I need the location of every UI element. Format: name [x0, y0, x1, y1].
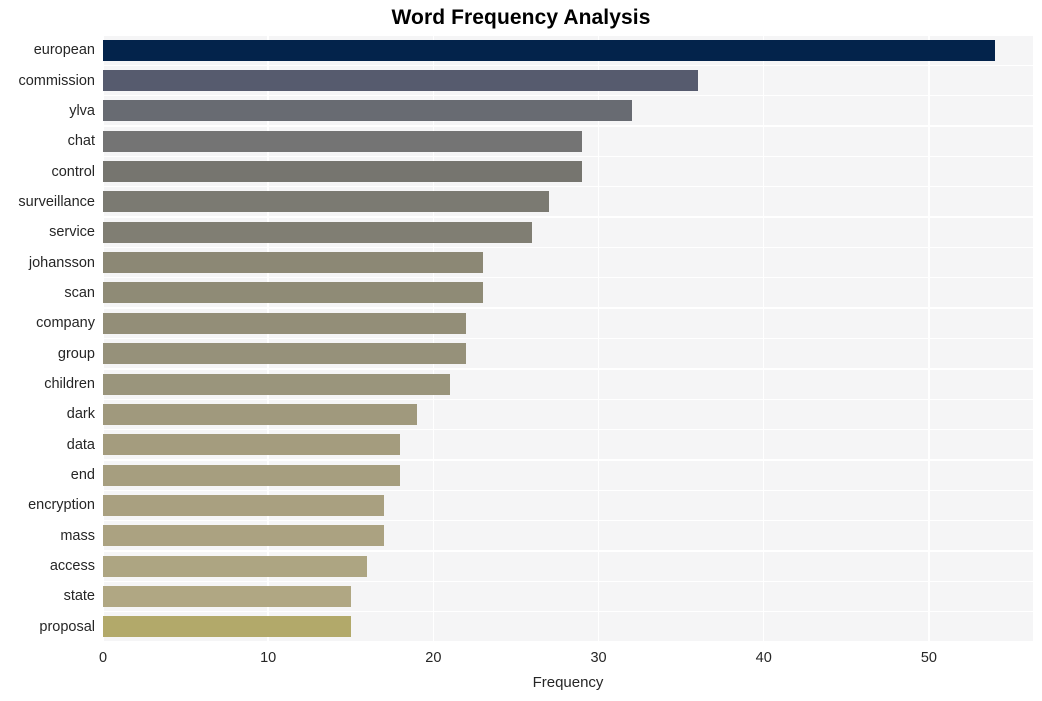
y-tick-label-data: data — [66, 436, 95, 453]
x-tick-label-10: 10 — [260, 650, 277, 666]
bar-dark — [103, 403, 417, 425]
gridline-horizontal — [103, 307, 1033, 309]
y-tick-label-dark: dark — [66, 406, 95, 423]
bar-data — [103, 434, 401, 456]
gridline-horizontal — [103, 35, 1033, 36]
gridline-horizontal — [103, 550, 1033, 552]
bar-group — [103, 343, 467, 365]
bar-ylva — [103, 100, 632, 122]
y-axis-labels: european commission ylva chat control surveil… — [0, 35, 95, 642]
y-tick-label-access: access — [49, 558, 95, 575]
bar-encryption — [103, 494, 384, 516]
y-tick-label-company: company — [36, 315, 95, 332]
page-title: Word Frequency Analysis — [391, 6, 651, 29]
gridline-horizontal — [103, 428, 1033, 431]
gridline-horizontal — [103, 186, 1033, 188]
bar-control — [103, 161, 583, 183]
gridline-horizontal — [103, 277, 1033, 279]
plot-area — [103, 35, 1033, 642]
gridline-horizontal — [103, 519, 1033, 522]
bar-european — [103, 39, 995, 61]
bar-surveillance — [103, 191, 549, 213]
gridline-horizontal — [103, 337, 1033, 340]
bar-proposal — [103, 616, 351, 638]
y-tick-label-johansson: johansson — [28, 254, 95, 271]
gridline-horizontal — [103, 610, 1033, 613]
x-axis-ticks: 0 10 20 30 40 50 — [99, 642, 1033, 672]
y-tick-label-control: control — [51, 163, 95, 180]
bar-service — [103, 221, 533, 243]
y-tick-label-chat: chat — [67, 133, 95, 150]
x-tick-label-30: 30 — [590, 650, 607, 666]
x-tick-label-0: 0 — [98, 650, 108, 666]
bar-scan — [103, 282, 483, 304]
y-tick-label-proposal: proposal — [39, 618, 95, 635]
y-tick-label-children: children — [44, 376, 95, 393]
y-tick-label-commission: commission — [18, 72, 95, 89]
x-tick-label-50: 50 — [920, 650, 937, 666]
bar-state — [103, 585, 351, 607]
bar-company — [103, 312, 467, 334]
bar-mass — [103, 525, 384, 547]
gridline-horizontal — [103, 246, 1033, 249]
x-tick-label-40: 40 — [755, 650, 772, 666]
gridline-horizontal — [103, 64, 1033, 67]
x-axis-title: Frequency — [532, 674, 604, 691]
bar-chat — [103, 130, 583, 152]
y-tick-label-surveillance: surveillance — [18, 193, 95, 210]
gridline-horizontal — [103, 216, 1033, 218]
y-tick-label-state: state — [63, 588, 95, 605]
bar-commission — [103, 70, 698, 92]
y-tick-label-end: end — [70, 467, 95, 484]
bar-access — [103, 555, 368, 577]
gridline-horizontal — [103, 489, 1033, 491]
gridline-horizontal — [103, 155, 1033, 158]
bar-end — [103, 464, 401, 486]
y-tick-label-group: group — [57, 345, 95, 362]
y-tick-label-service: service — [49, 224, 95, 241]
bar-children — [103, 373, 450, 395]
gridline-horizontal — [103, 125, 1033, 127]
y-tick-label-ylva: ylva — [69, 102, 95, 119]
gridline-horizontal — [103, 580, 1033, 582]
y-tick-label-european: european — [33, 42, 95, 59]
gridline-horizontal — [103, 368, 1033, 370]
x-tick-label-20: 20 — [425, 650, 442, 666]
gridline-horizontal — [103, 459, 1033, 461]
gridline-horizontal — [103, 95, 1033, 97]
y-tick-label-encryption: encryption — [28, 497, 95, 514]
chart-figure: Word Frequency Analysis european commissi… — [0, 0, 1042, 701]
y-tick-label-mass: mass — [60, 527, 95, 544]
gridline-horizontal — [103, 398, 1033, 400]
bar-johansson — [103, 252, 483, 274]
y-tick-label-scan: scan — [64, 284, 95, 301]
